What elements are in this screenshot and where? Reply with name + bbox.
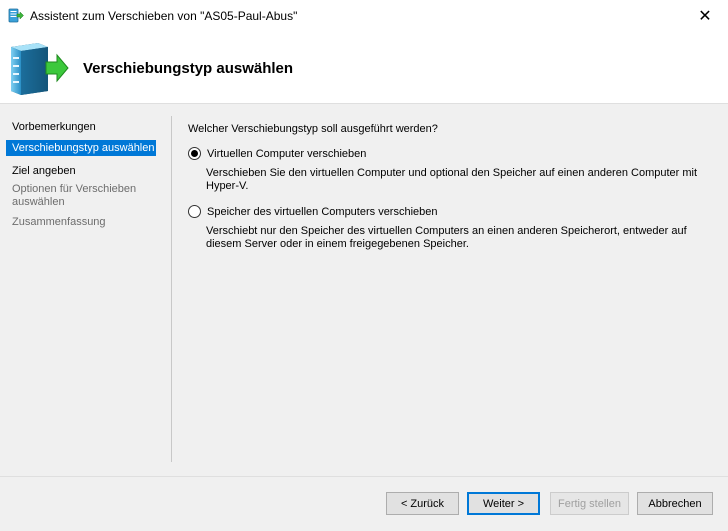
nav-item-optionen: Optionen für Verschieben auswählen: [12, 183, 137, 208]
footer-separator: [0, 476, 728, 477]
title-bar: Assistent zum Verschieben von "AS05-Paul…: [0, 0, 728, 31]
close-window-button[interactable]: ✕: [682, 0, 728, 31]
option-move-vm-description: Verschieben Sie den virtuellen Computer …: [206, 167, 698, 192]
question-label: Welcher Verschiebungstyp soll ausgeführt…: [188, 123, 438, 135]
window-title: Assistent zum Verschieben von "AS05-Paul…: [30, 8, 298, 23]
option-move-vm-label: Virtuellen Computer verschieben: [207, 147, 367, 160]
wizard-steps-nav: Vorbemerkungen Verschiebungstyp auswähle…: [0, 104, 172, 464]
radio-move-vm[interactable]: [188, 147, 201, 160]
nav-item-vorbemerkungen[interactable]: Vorbemerkungen: [6, 121, 156, 134]
option-move-storage-description: Verschiebt nur den Speicher des virtuell…: [206, 225, 687, 250]
option-move-vm[interactable]: Virtuellen Computer verschieben: [188, 147, 366, 160]
page-title: Verschiebungstyp auswählen: [83, 60, 294, 77]
radio-move-storage[interactable]: [188, 205, 201, 218]
nav-item-verschiebungstyp[interactable]: Verschiebungstyp auswählen: [6, 140, 156, 156]
nav-divider: [171, 116, 172, 462]
nav-item-zusammenfassung: Zusammenfassung: [12, 216, 106, 228]
finish-button: Fertig stellen: [550, 492, 629, 515]
close-icon: ✕: [698, 7, 712, 25]
move-vm-icon: [8, 8, 24, 24]
option-move-storage-label: Speicher des virtuellen Computers versch…: [207, 205, 438, 218]
back-button[interactable]: < Zurück: [386, 492, 459, 515]
cancel-button[interactable]: Abbrechen: [637, 492, 713, 515]
nav-item-ziel-angeben[interactable]: Ziel angeben: [6, 165, 156, 178]
option-move-storage[interactable]: Speicher des virtuellen Computers versch…: [188, 205, 438, 218]
next-button[interactable]: Weiter >: [467, 492, 540, 515]
wizard-header: Verschiebungstyp auswählen: [0, 31, 728, 104]
server-move-icon: [8, 37, 70, 97]
